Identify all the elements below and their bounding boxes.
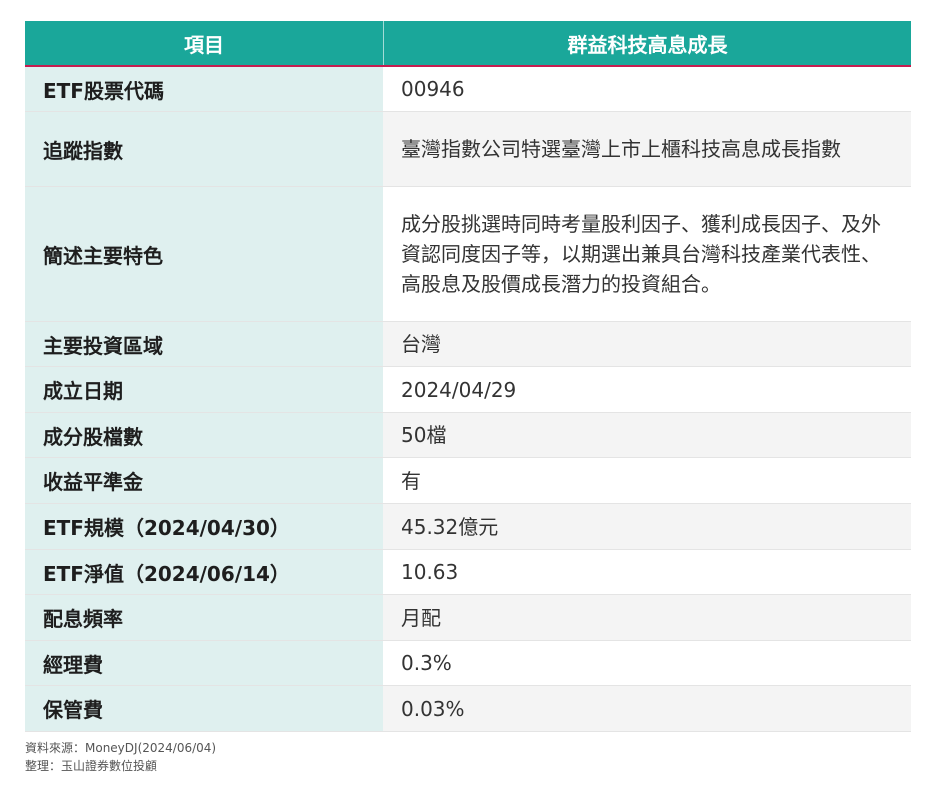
table-row: ETF規模（2024/04/30） 45.32億元 (25, 504, 911, 550)
footnote: 資料來源：MoneyDJ(2024/06/04) 整理：玉山證券數位投顧 (25, 739, 216, 775)
row-value: 成分股挑選時同時考量股利因子、獲利成長因子、及外資認同度因子等，以期選出兼具台灣… (383, 187, 911, 321)
table-row: 配息頻率 月配 (25, 595, 911, 641)
table-row: 簡述主要特色 成分股挑選時同時考量股利因子、獲利成長因子、及外資認同度因子等，以期… (25, 187, 911, 322)
header-fund-column: 群益科技高息成長 (567, 32, 728, 57)
table-row: 追蹤指數 臺灣指數公司特選臺灣上市上櫃科技高息成長指數 (25, 112, 911, 187)
source-note: 資料來源：MoneyDJ(2024/06/04) (25, 741, 217, 755)
table-row: 成分股檔數 50檔 (25, 413, 911, 458)
row-value: 臺灣指數公司特選臺灣上市上櫃科技高息成長指數 (383, 112, 911, 186)
table-row: 主要投資區域 台灣 (25, 322, 911, 367)
row-value: 有 (383, 458, 911, 503)
table-row: 收益平準金有 (25, 458, 911, 504)
row-value: 50檔 (383, 413, 911, 457)
row-value: 2024/04/29 (383, 367, 911, 412)
table-row: ETF淨值（2024/06/14） 10.63 (25, 550, 911, 595)
row-label: 成分股檔數 (25, 413, 383, 457)
row-label: 追蹤指數 (25, 112, 383, 186)
table-row: 經理費 0.3% (25, 641, 911, 686)
row-value: 0.3% (383, 641, 911, 685)
row-label: 簡述主要特色 (25, 187, 383, 321)
compiled-by-note: 整理：玉山證券數位投顧 (25, 759, 158, 773)
row-label: 收益平準金 (25, 458, 383, 503)
row-label: 配息頻率 (25, 595, 383, 640)
row-label: 主要投資區域 (25, 322, 383, 366)
row-label: 經理費 (25, 641, 383, 685)
header-item-column: 項目 (25, 21, 384, 65)
table-row: ETF股票代碼 00946 (25, 67, 911, 112)
table-header: 項目 群益科技高息成長 (25, 21, 911, 67)
row-value: 10.63 (383, 550, 911, 594)
table-row: 保管費 0.03% (25, 686, 911, 732)
row-label: ETF淨值（2024/06/14） (25, 550, 383, 594)
table-row: 成立日期 2024/04/29 (25, 367, 911, 413)
row-label: ETF股票代碼 (25, 67, 383, 111)
row-value: 45.32億元 (383, 504, 911, 549)
row-value: 00946 (383, 67, 911, 111)
row-value: 台灣 (383, 322, 911, 366)
row-value: 0.03% (383, 686, 911, 731)
row-label: 成立日期 (25, 367, 383, 412)
row-label: 保管費 (25, 686, 383, 731)
table-body: ETF股票代碼 00946 追蹤指數 臺灣指數公司特選臺灣上市上櫃科技高息成長指數 簡述… (25, 67, 911, 732)
row-label: ETF規模（2024/04/30） (25, 504, 383, 549)
row-value: 月配 (383, 595, 911, 640)
etf-info-table: 項目 群益科技高息成長 ETF股票代碼 00946 追蹤指數 臺灣指數公司特選臺灣上市… (25, 21, 911, 732)
